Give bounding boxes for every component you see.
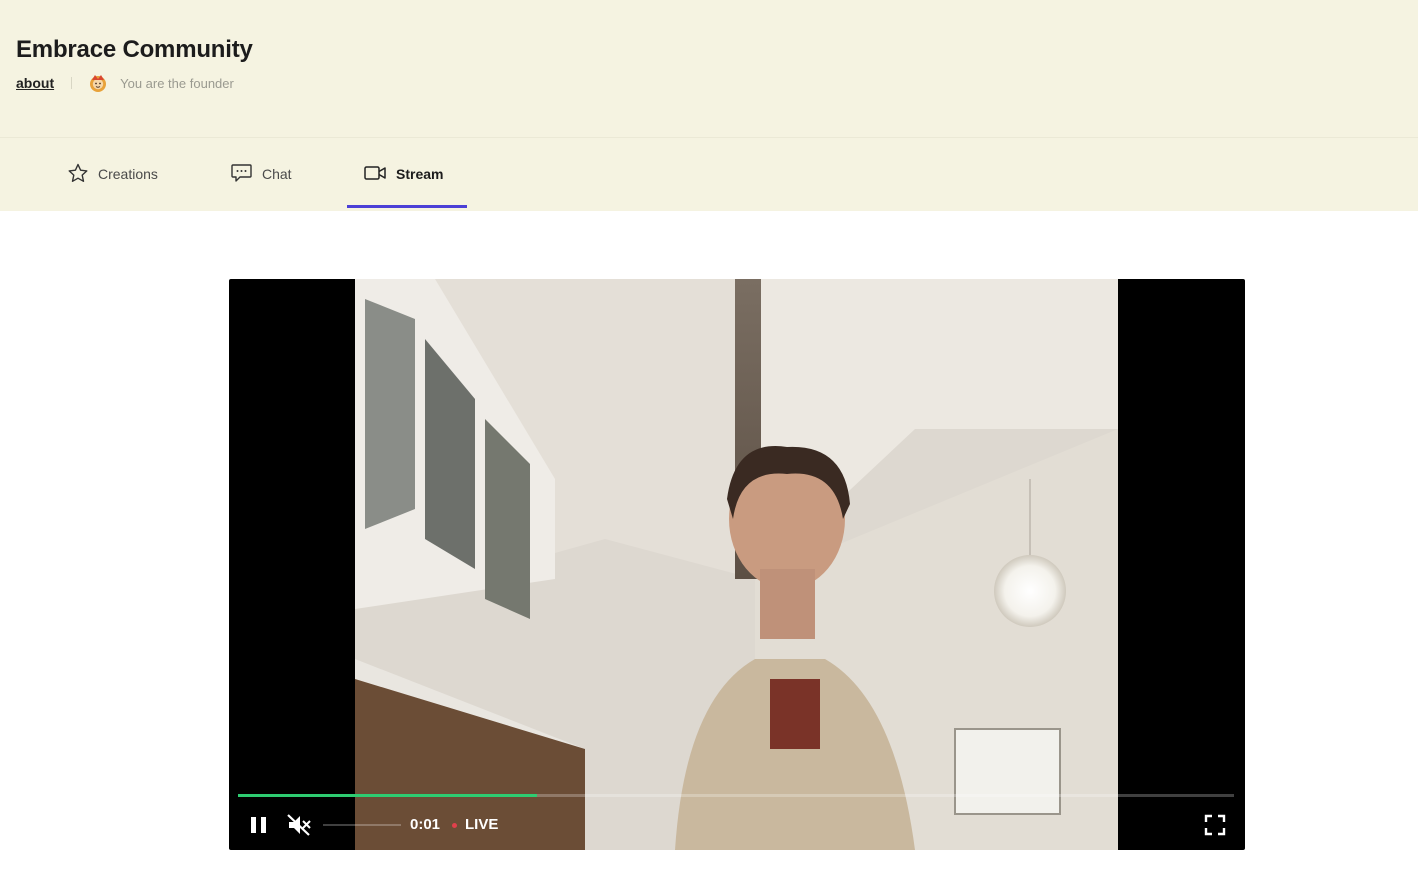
tab-bar: Creations Chat Stream: [0, 137, 1418, 211]
community-title: Embrace Community: [16, 36, 253, 63]
star-icon: [67, 162, 98, 187]
community-subline: about You are the founder: [16, 73, 234, 93]
volume-muted-icon[interactable]: [285, 811, 313, 839]
divider: [71, 77, 73, 89]
tab-chat[interactable]: Chat: [230, 138, 292, 210]
live-video-frame[interactable]: [355, 279, 1118, 850]
tab-stream-label: Stream: [396, 166, 444, 182]
founder-text: You are the founder: [120, 75, 234, 91]
video-camera-icon: [363, 162, 396, 187]
tab-chat-label: Chat: [262, 166, 292, 182]
tab-stream[interactable]: Stream: [363, 138, 443, 210]
fullscreen-icon[interactable]: [1201, 811, 1229, 839]
tab-creations[interactable]: Creations: [67, 138, 158, 210]
player-controls: 0:01 LIVE: [229, 807, 1245, 843]
founder-badge-icon: [88, 73, 108, 93]
about-link[interactable]: about: [16, 75, 54, 91]
progress-bar[interactable]: [238, 794, 1234, 797]
progress-bar-fill: [238, 794, 537, 797]
chat-bubble-icon: [230, 162, 262, 187]
pause-icon[interactable]: [245, 811, 273, 839]
current-time: 0:01: [410, 816, 441, 833]
tab-creations-label: Creations: [98, 166, 158, 182]
active-tab-indicator: [347, 205, 467, 208]
live-indicator[interactable]: LIVE: [465, 816, 498, 833]
community-header: Embrace Community about You are the foun…: [0, 0, 1418, 137]
video-player[interactable]: 0:01 LIVE: [229, 279, 1245, 850]
live-dot: [452, 823, 457, 828]
volume-slider[interactable]: [323, 824, 401, 826]
